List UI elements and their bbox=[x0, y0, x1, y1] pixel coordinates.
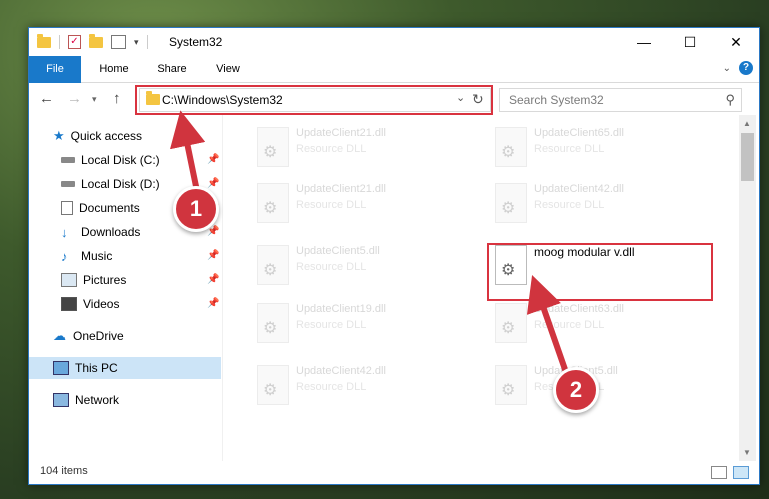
callout-arrows bbox=[169, 110, 571, 379]
arrow-to-target-file bbox=[526, 275, 571, 379]
callout-badge-2: 2 bbox=[553, 367, 599, 413]
callout-badge-1: 1 bbox=[173, 186, 219, 232]
